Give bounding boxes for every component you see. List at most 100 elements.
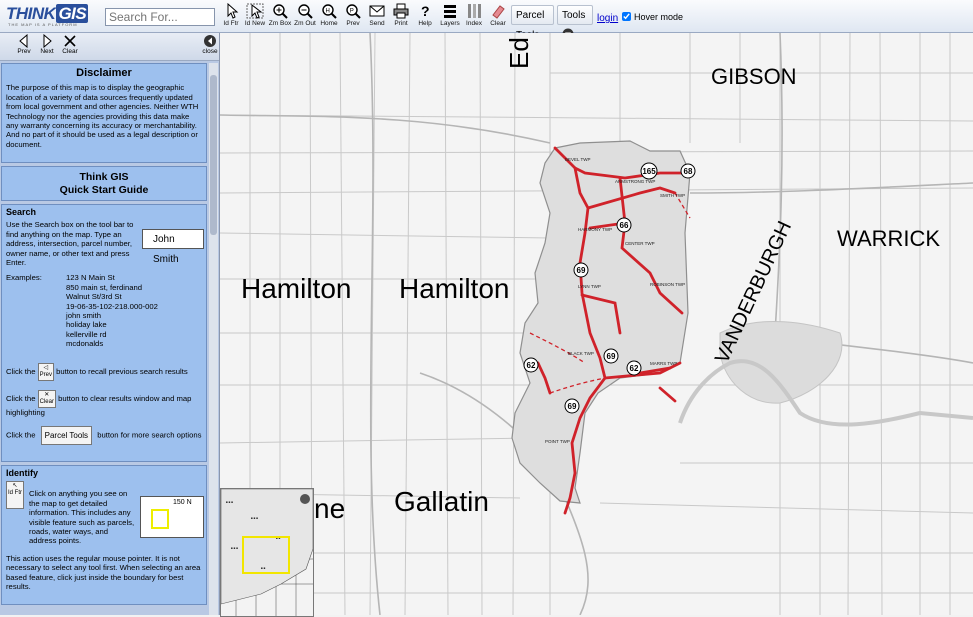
help-label: Help: [418, 20, 432, 27]
panel-close-label: close: [202, 48, 218, 55]
svg-text:■ ■ ■: ■ ■ ■: [251, 516, 258, 520]
next-label: Next: [40, 48, 54, 55]
example-item: Walnut St/3rd St: [66, 292, 122, 302]
search-heading: Search: [6, 207, 37, 217]
id-ftr-mini-label: Id Ftr: [8, 490, 23, 497]
id-feature-button[interactable]: Id Ftr: [220, 1, 242, 31]
example-item: holiday lake: [66, 320, 107, 330]
township-label: BEVEL TWP: [565, 157, 591, 162]
print-label: Print: [394, 20, 408, 27]
map-view[interactable]: 165 68 66 69 62 69 62 62 69 BEVEL TWP AR…: [220, 33, 973, 615]
township-label: ROBINSON TWP: [650, 282, 685, 287]
panel-clear-button[interactable]: Clear: [60, 34, 80, 55]
overview-toggle-icon[interactable]: [300, 494, 310, 504]
zoom-box-button[interactable]: Zm Box: [268, 1, 292, 31]
login-link[interactable]: login: [597, 13, 618, 24]
panel-content: Disclaimer The purpose of this map is to…: [1, 63, 207, 615]
route-shield: 69: [564, 398, 580, 414]
route-shield-label: 69: [607, 352, 616, 361]
collapse-icon: [204, 35, 216, 47]
next-button[interactable]: Next: [37, 34, 57, 55]
route-shield-label: 68: [684, 167, 693, 176]
print-button[interactable]: Print: [390, 1, 412, 31]
route-shield: 62: [220, 33, 225, 35]
route-shield-label: 62: [630, 364, 639, 373]
scrollbar-thumb[interactable]: [210, 75, 217, 235]
example-item: 19-06-35-102-218.000-002: [66, 301, 158, 311]
township-label: SMITH TWP: [660, 193, 685, 198]
click-the-text: Click the: [6, 430, 36, 440]
route-shield: 69: [603, 348, 619, 364]
clear-label: Clear: [490, 20, 506, 27]
home-button[interactable]: H Home: [318, 1, 340, 31]
parcel-tools-mini-button: Parcel Tools: [40, 426, 93, 446]
layers-label: Layers: [440, 20, 460, 27]
layers-button[interactable]: Layers: [438, 1, 462, 31]
township-label: LYNN TWP: [578, 284, 601, 289]
pointer-icon: [227, 3, 239, 19]
prev-zoom-label: Prev: [346, 20, 360, 27]
route-shield: 62: [523, 357, 539, 373]
route-shield: 165: [640, 162, 658, 180]
panel-clear-label: Clear: [62, 48, 78, 55]
svg-text:P: P: [350, 9, 354, 15]
prev-button[interactable]: Prev: [14, 34, 34, 55]
send-button[interactable]: Send: [366, 1, 388, 31]
eraser-icon: [492, 5, 505, 19]
example-item: 850 main st, ferdinand: [66, 282, 143, 292]
help-icon: ?: [421, 3, 430, 19]
identify-highlight: [151, 509, 169, 529]
left-panel: Prev Next Clear close Disclaimer The pur…: [0, 33, 220, 615]
hover-mode-checkbox[interactable]: [622, 12, 631, 21]
route-shield-label: 62: [527, 361, 536, 370]
map-canvas[interactable]: 165 68 66 69 62 69 62 62 69 BEVEL TWP AR…: [220, 33, 973, 615]
zoom-out-button[interactable]: Zm Out: [293, 1, 317, 31]
route-shield-label: 165: [642, 167, 656, 176]
quickstart-subtitle: Quick Start Guide: [59, 184, 149, 196]
search-input[interactable]: [105, 8, 215, 26]
thinkgis-logo: THINK GIS THE MAP IS A PLATFORM: [6, 4, 89, 27]
parcel-tools-button[interactable]: Parcel Tools: [511, 5, 554, 41]
quickstart-title: Think GIS: [79, 171, 129, 183]
svg-text:■ ■ ■: ■ ■ ■: [231, 546, 238, 550]
map-label-hamilton-east: Hamilton: [399, 273, 510, 304]
hover-mode-toggle[interactable]: Hover mode: [622, 12, 683, 22]
help-button[interactable]: ? Help: [414, 1, 436, 31]
tools-button[interactable]: Tools: [557, 5, 593, 40]
index-button[interactable]: Index: [463, 1, 485, 31]
map-label-partial: ne: [314, 493, 346, 524]
panel-scrollbar[interactable]: [209, 63, 218, 615]
hover-mode-label: Hover mode: [634, 12, 684, 22]
map-label-hamilton-west: Hamilton: [241, 273, 352, 304]
prev-help-row: Click the ◁ Prev button to recall previou…: [6, 362, 202, 381]
layers-icon: [444, 5, 456, 18]
home-icon: H: [322, 4, 337, 19]
identify-row: ↖ Id Ftr Click on anything you see on the…: [6, 481, 204, 545]
pointer-new-icon: [246, 3, 264, 19]
close-x-icon: [64, 35, 76, 47]
clear-mini-label: Clear: [39, 398, 54, 405]
disclaimer-section: Disclaimer The purpose of this map is to…: [1, 63, 207, 163]
example-item: kellerville rd: [66, 329, 107, 339]
panel-close-button[interactable]: close: [200, 34, 220, 55]
clear-button[interactable]: Clear: [487, 1, 509, 31]
township-label: ARMSTRONG TWP: [615, 179, 655, 184]
prev-zoom-button[interactable]: P Prev: [342, 1, 364, 31]
map-label-gallatin: Gallatin: [394, 486, 489, 517]
overview-map[interactable]: ■ ■ ■ ■ ■ ■ ■ ■ ■ ■ ■ ■ ■: [220, 488, 314, 617]
disclaimer-text: The purpose of this map is to display th…: [6, 83, 199, 149]
example-item: 123 N Main St: [66, 273, 115, 283]
identify-example-number: 150 N: [173, 499, 192, 506]
mail-icon: [369, 5, 385, 17]
zoom-out-icon: [298, 4, 313, 19]
svg-text:H: H: [326, 9, 330, 15]
identify-example-image: 150 N: [140, 496, 204, 538]
svg-text:■ ■: ■ ■: [261, 566, 266, 570]
id-new-button[interactable]: Id New: [244, 1, 266, 31]
tools-label: Tools: [562, 10, 586, 21]
toolbar: THINKGIS THE MAP IS A PLATFORM Id Ftr Id…: [0, 0, 973, 41]
prev-zoom-icon: P: [346, 4, 361, 19]
id-ftr-mini-button: ↖ Id Ftr: [6, 481, 25, 510]
panel-toolbar: Prev Next Clear close: [0, 33, 219, 61]
zoom-box-label: Zm Box: [268, 20, 292, 27]
